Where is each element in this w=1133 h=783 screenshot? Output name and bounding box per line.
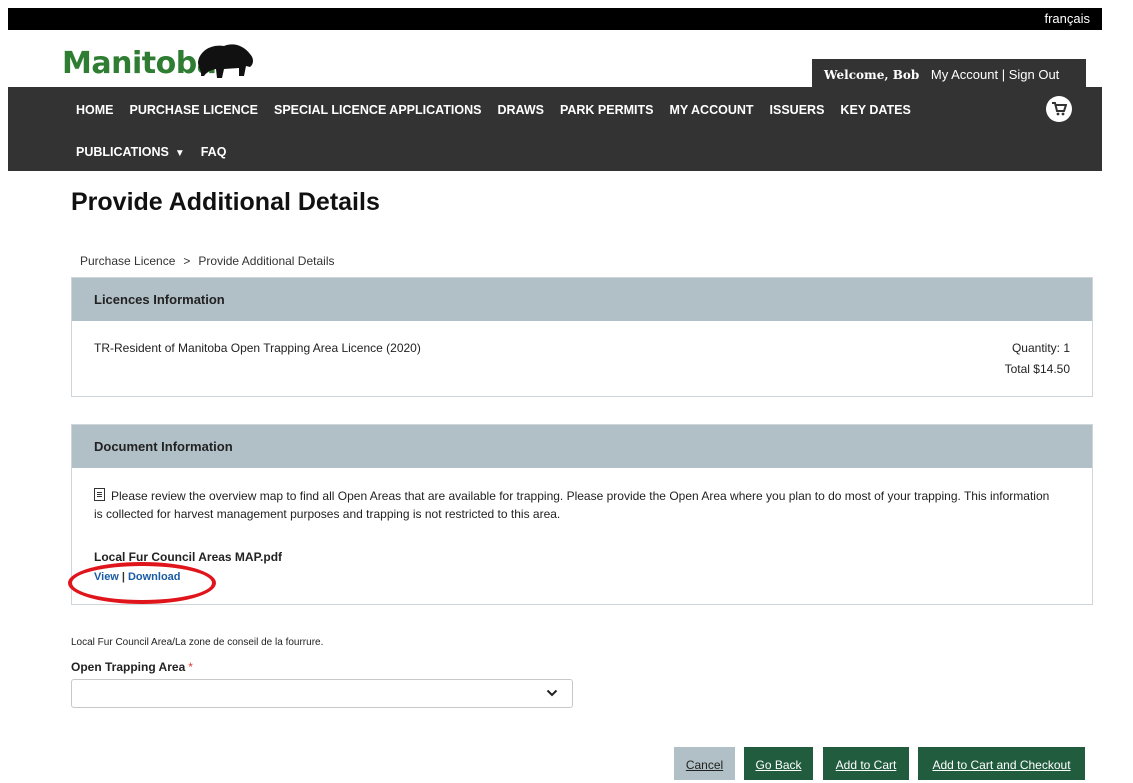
top-language-bar: français [8, 8, 1102, 30]
document-message: Please review the overview map to find a… [94, 487, 1054, 523]
cancel-button[interactable]: Cancel [674, 747, 735, 780]
nav-row-secondary: PUBLICATIONS ▼ FAQ [76, 145, 242, 159]
view-link[interactable]: View [94, 571, 119, 583]
welcome-text: Welcome, Bob [824, 68, 920, 82]
licence-name: TR-Resident of Manitoba Open Trapping Ar… [94, 341, 421, 355]
nav-park-permits[interactable]: PARK PERMITS [560, 103, 654, 117]
licences-information-heading: Licences Information [72, 278, 1092, 321]
nav-special-licence-applications[interactable]: SPECIAL LICENCE APPLICATIONS [274, 103, 481, 117]
account-bar: Welcome, Bob My Account | Sign Out [812, 59, 1086, 87]
nav-publications-label: PUBLICATIONS [76, 145, 169, 159]
document-links: View | Download [94, 571, 181, 583]
chevron-down-icon [546, 689, 558, 697]
account-separator: | [1001, 67, 1006, 82]
nav-issuers[interactable]: ISSUERS [770, 103, 825, 117]
shopping-cart-icon [1052, 102, 1067, 116]
open-trapping-area-label-text: Open Trapping Area [71, 660, 186, 674]
nav-publications[interactable]: PUBLICATIONS ▼ [76, 145, 185, 159]
manitoba-logo[interactable]: Manitoba [62, 40, 262, 86]
nav-key-dates[interactable]: KEY DATES [840, 103, 910, 117]
breadcrumb-separator: > [183, 254, 191, 268]
shopping-cart-button[interactable] [1046, 96, 1072, 122]
licence-quantity: Quantity: 1 [1011, 341, 1070, 355]
bison-icon [198, 44, 253, 78]
breadcrumb-purchase-licence[interactable]: Purchase Licence [80, 254, 175, 268]
open-trapping-area-select[interactable] [71, 679, 573, 708]
nav-my-account[interactable]: MY ACCOUNT [670, 103, 754, 117]
download-link[interactable]: Download [128, 571, 181, 583]
nav-home[interactable]: HOME [76, 103, 114, 117]
nav-purchase-licence[interactable]: PURCHASE LICENCE [130, 103, 259, 117]
breadcrumb-current: Provide Additional Details [198, 254, 335, 268]
caret-down-icon: ▼ [174, 148, 185, 159]
language-link[interactable]: français [1044, 11, 1090, 26]
go-back-button[interactable]: Go Back [744, 747, 813, 780]
local-fur-council-area-label: Local Fur Council Area/La zone de consei… [71, 637, 324, 648]
document-icon [94, 488, 105, 501]
required-marker: * [188, 660, 193, 674]
nav-faq[interactable]: FAQ [201, 145, 227, 159]
link-separator: | [121, 571, 125, 583]
add-to-cart-and-checkout-button[interactable]: Add to Cart and Checkout [918, 747, 1085, 780]
document-message-text: Please review the overview map to find a… [94, 489, 1050, 521]
document-information-heading: Document Information [72, 425, 1092, 468]
add-to-cart-button[interactable]: Add to Cart [823, 747, 909, 780]
licences-information-panel: Licences Information TR-Resident of Mani… [71, 277, 1093, 397]
main-navigation: HOME PURCHASE LICENCE SPECIAL LICENCE AP… [8, 87, 1102, 171]
document-information-panel: Document Information Please review the o… [71, 424, 1093, 605]
nav-row-primary: HOME PURCHASE LICENCE SPECIAL LICENCE AP… [76, 103, 927, 117]
my-account-link[interactable]: My Account [931, 67, 998, 82]
licence-total: Total $14.50 [1004, 362, 1070, 376]
breadcrumb: Purchase Licence > Provide Additional Deta… [80, 254, 334, 268]
document-file-name: Local Fur Council Areas MAP.pdf [94, 550, 283, 564]
nav-draws[interactable]: DRAWS [497, 103, 544, 117]
page-title: Provide Additional Details [71, 188, 380, 216]
sign-out-link[interactable]: Sign Out [1009, 67, 1060, 82]
open-trapping-area-label: Open Trapping Area * [71, 660, 193, 674]
